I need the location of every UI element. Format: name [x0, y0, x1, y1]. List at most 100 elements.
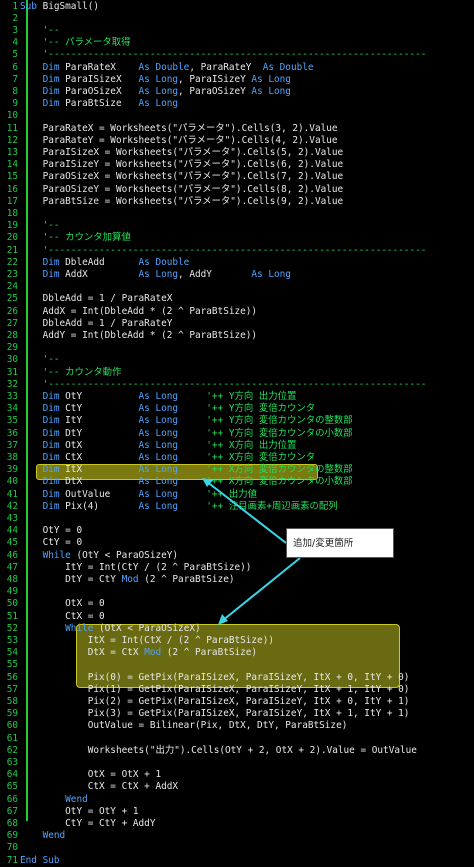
- code-token: Dim: [20, 85, 66, 97]
- code-line[interactable]: 19 '--: [0, 220, 474, 232]
- line-number: 58: [6, 695, 18, 707]
- code-line[interactable]: 47 ItY = Int(CtY / (2 ^ ParaBtSize)): [0, 562, 474, 574]
- code-line[interactable]: 36 Dim DtY As Long '++ Y方向 変倍カウンタの小数部: [0, 428, 474, 440]
- code-line[interactable]: 20 '-- カウンタ加算値: [0, 232, 474, 244]
- code-token: '++ 注目画素+周辺画素の配列: [206, 500, 338, 512]
- code-text: '-- カウンタ動作: [20, 367, 122, 379]
- code-line[interactable]: 13 ParaISizeX = Worksheets("パラメータ").Cell…: [0, 147, 474, 159]
- code-token: DbleAdd = 1 / ParaRateX: [20, 293, 173, 305]
- code-text: '--: [20, 354, 60, 366]
- code-line[interactable]: 55: [0, 659, 474, 671]
- code-line[interactable]: 67 OtY = OtY + 1: [0, 806, 474, 818]
- code-line[interactable]: 15 ParaOSizeX = Worksheets("パラメータ").Cell…: [0, 171, 474, 183]
- code-token: ParaISizeX = Worksheets("パラメータ").Cells(5…: [20, 146, 344, 158]
- code-line[interactable]: 6 Dim ParaRateX As Double, ParaRateY As …: [0, 62, 474, 74]
- code-text: Dim ParaOSizeX As Long, ParaOSizeY As Lo…: [20, 86, 291, 98]
- code-line[interactable]: 60 OutValue = Bilinear(Pix, DtX, DtY, Pa…: [0, 720, 474, 732]
- code-line[interactable]: 25 DbleAdd = 1 / ParaRateX: [0, 293, 474, 305]
- code-line[interactable]: 65 CtX = CtX + AddX: [0, 781, 474, 793]
- code-line[interactable]: 43: [0, 513, 474, 525]
- code-line[interactable]: 57 Pix(1) = GetPix(ParaISizeX, ParaISize…: [0, 684, 474, 696]
- code-line[interactable]: 61: [0, 733, 474, 745]
- code-line[interactable]: 56 Pix(0) = GetPix(ParaISizeX, ParaISize…: [0, 672, 474, 684]
- code-line[interactable]: 17 ParaBtSize = Worksheets("パラメータ").Cell…: [0, 196, 474, 208]
- line-number: 23: [6, 268, 18, 280]
- code-token: Mod: [144, 647, 162, 659]
- code-line[interactable]: 27 DbleAdd = 1 / ParaRateY: [0, 318, 474, 330]
- code-line[interactable]: 30 '--: [0, 354, 474, 366]
- code-line[interactable]: 70: [0, 842, 474, 854]
- code-line[interactable]: 32 '------------------------------------…: [0, 379, 474, 391]
- code-line[interactable]: 66 Wend: [0, 794, 474, 806]
- code-line[interactable]: 62 Worksheets("出力").Cells(OtY + 2, OtX +…: [0, 745, 474, 757]
- code-line[interactable]: 2: [0, 13, 474, 25]
- code-line[interactable]: 44 OtY = 0: [0, 525, 474, 537]
- code-editor[interactable]: 1 Sub BigSmall() 2 3 '-- 4 '-- パラメータ取得 5 '---…: [0, 0, 474, 866]
- code-line[interactable]: 31 '-- カウンタ動作: [0, 367, 474, 379]
- code-token: Dim: [20, 464, 66, 476]
- code-line[interactable]: 33 Dim OtY As Long '++ Y方向 出力位置: [0, 391, 474, 403]
- line-number: 56: [6, 671, 18, 683]
- code-line[interactable]: 34 Dim CtY As Long '++ Y方向 変倍カウンタ: [0, 403, 474, 415]
- code-token: '++ Y方向 出力位置: [206, 390, 297, 402]
- code-line[interactable]: 59 Pix(3) = GetPix(ParaISizeX, ParaISize…: [0, 708, 474, 720]
- code-line[interactable]: 28 AddY = Int(DbleAdd * (2 ^ ParaBtSize)…: [0, 330, 474, 342]
- code-line[interactable]: 53 ItX = Int(CtX / (2 ^ ParaBtSize)): [0, 635, 474, 647]
- code-text: CtX = 0: [20, 611, 105, 623]
- code-line[interactable]: 71 End Sub: [0, 855, 474, 867]
- code-line[interactable]: 52 While (OtX < ParaOSizeX): [0, 623, 474, 635]
- code-line[interactable]: 48 DtY = CtY Mod (2 ^ ParaBtSize): [0, 574, 474, 586]
- code-line[interactable]: 16 ParaOSizeY = Worksheets("パラメータ").Cell…: [0, 184, 474, 196]
- code-line[interactable]: 18: [0, 208, 474, 220]
- code-line[interactable]: 7 Dim ParaISizeX As Long, ParaISizeY As …: [0, 74, 474, 86]
- code-line[interactable]: 69 Wend: [0, 830, 474, 842]
- code-line[interactable]: 11 ParaRateX = Worksheets("パラメータ").Cells…: [0, 123, 474, 135]
- code-line[interactable]: 12 ParaRateY = Worksheets("パラメータ").Cells…: [0, 135, 474, 147]
- code-line[interactable]: 26 AddX = Int(DbleAdd * (2 ^ ParaBtSize)…: [0, 306, 474, 318]
- code-line[interactable]: 63: [0, 757, 474, 769]
- code-token: As Double: [138, 61, 190, 73]
- code-line[interactable]: 10: [0, 110, 474, 122]
- code-token: Dim: [20, 439, 66, 451]
- code-text: ParaOSizeY = Worksheets("パラメータ").Cells(8…: [20, 184, 344, 196]
- code-line[interactable]: 41 Dim OutValue As Long '++ 出力値: [0, 489, 474, 501]
- code-line[interactable]: 29: [0, 342, 474, 354]
- code-line[interactable]: 14 ParaISizeY = Worksheets("パラメータ").Cell…: [0, 159, 474, 171]
- code-token: DtY: [65, 427, 139, 439]
- code-line[interactable]: 8 Dim ParaOSizeX As Long, ParaOSizeY As …: [0, 86, 474, 98]
- code-token: '--: [20, 354, 60, 366]
- code-line[interactable]: 46 While (OtY < ParaOSizeY): [0, 550, 474, 562]
- code-line[interactable]: 51 CtX = 0: [0, 611, 474, 623]
- code-line[interactable]: 37 Dim OtX As Long '++ X方向 出力位置: [0, 440, 474, 452]
- code-line[interactable]: 3 '--: [0, 25, 474, 37]
- code-line[interactable]: 38 Dim CtX As Long '++ X方向 変倍カウンタ: [0, 452, 474, 464]
- code-line[interactable]: 40 Dim DtX As Long '++ X方向 変倍カウンタの小数部: [0, 476, 474, 488]
- code-line[interactable]: 9 Dim ParaBtSize As Long: [0, 98, 474, 110]
- code-token: OtY = OtY + 1: [20, 805, 139, 817]
- code-token: Wend: [20, 830, 66, 842]
- code-line[interactable]: 4 '-- パラメータ取得: [0, 37, 474, 49]
- code-line[interactable]: 58 Pix(2) = GetPix(ParaISizeX, ParaISize…: [0, 696, 474, 708]
- code-line[interactable]: 64 OtX = OtX + 1: [0, 769, 474, 781]
- code-token: As Long: [138, 500, 207, 512]
- code-line[interactable]: 42 Dim Pix(4) As Long '++ 注目画素+周辺画素の配列: [0, 501, 474, 513]
- code-line[interactable]: 1 Sub BigSmall(): [0, 1, 474, 13]
- line-number: 6: [12, 61, 18, 73]
- line-number: 32: [6, 378, 18, 390]
- code-line[interactable]: 35 Dim ItY As Long '++ Y方向 変倍カウンタの整数部: [0, 415, 474, 427]
- code-line[interactable]: 50 OtX = 0: [0, 598, 474, 610]
- line-number: 64: [6, 769, 18, 781]
- code-token: Sub: [20, 0, 43, 12]
- code-line[interactable]: 49: [0, 586, 474, 598]
- code-line[interactable]: 22 Dim DbleAdd As Double: [0, 257, 474, 269]
- code-line[interactable]: 24: [0, 281, 474, 293]
- code-line[interactable]: 39 Dim ItX As Long '++ X方向 変倍カウンタの整数部: [0, 464, 474, 476]
- code-line[interactable]: 23 Dim AddX As Long, AddY As Long: [0, 269, 474, 281]
- code-line[interactable]: 21 '------------------------------------…: [0, 245, 474, 257]
- code-line[interactable]: 5 '-------------------------------------…: [0, 49, 474, 61]
- code-line[interactable]: 45 CtY = 0: [0, 537, 474, 549]
- code-token: CtY: [65, 403, 139, 415]
- code-line[interactable]: 68 CtY = CtY + AddY: [0, 818, 474, 830]
- code-line[interactable]: 54 DtX = CtX Mod (2 ^ ParaBtSize): [0, 647, 474, 659]
- code-text: OutValue = Bilinear(Pix, DtX, DtY, ParaB…: [20, 720, 348, 732]
